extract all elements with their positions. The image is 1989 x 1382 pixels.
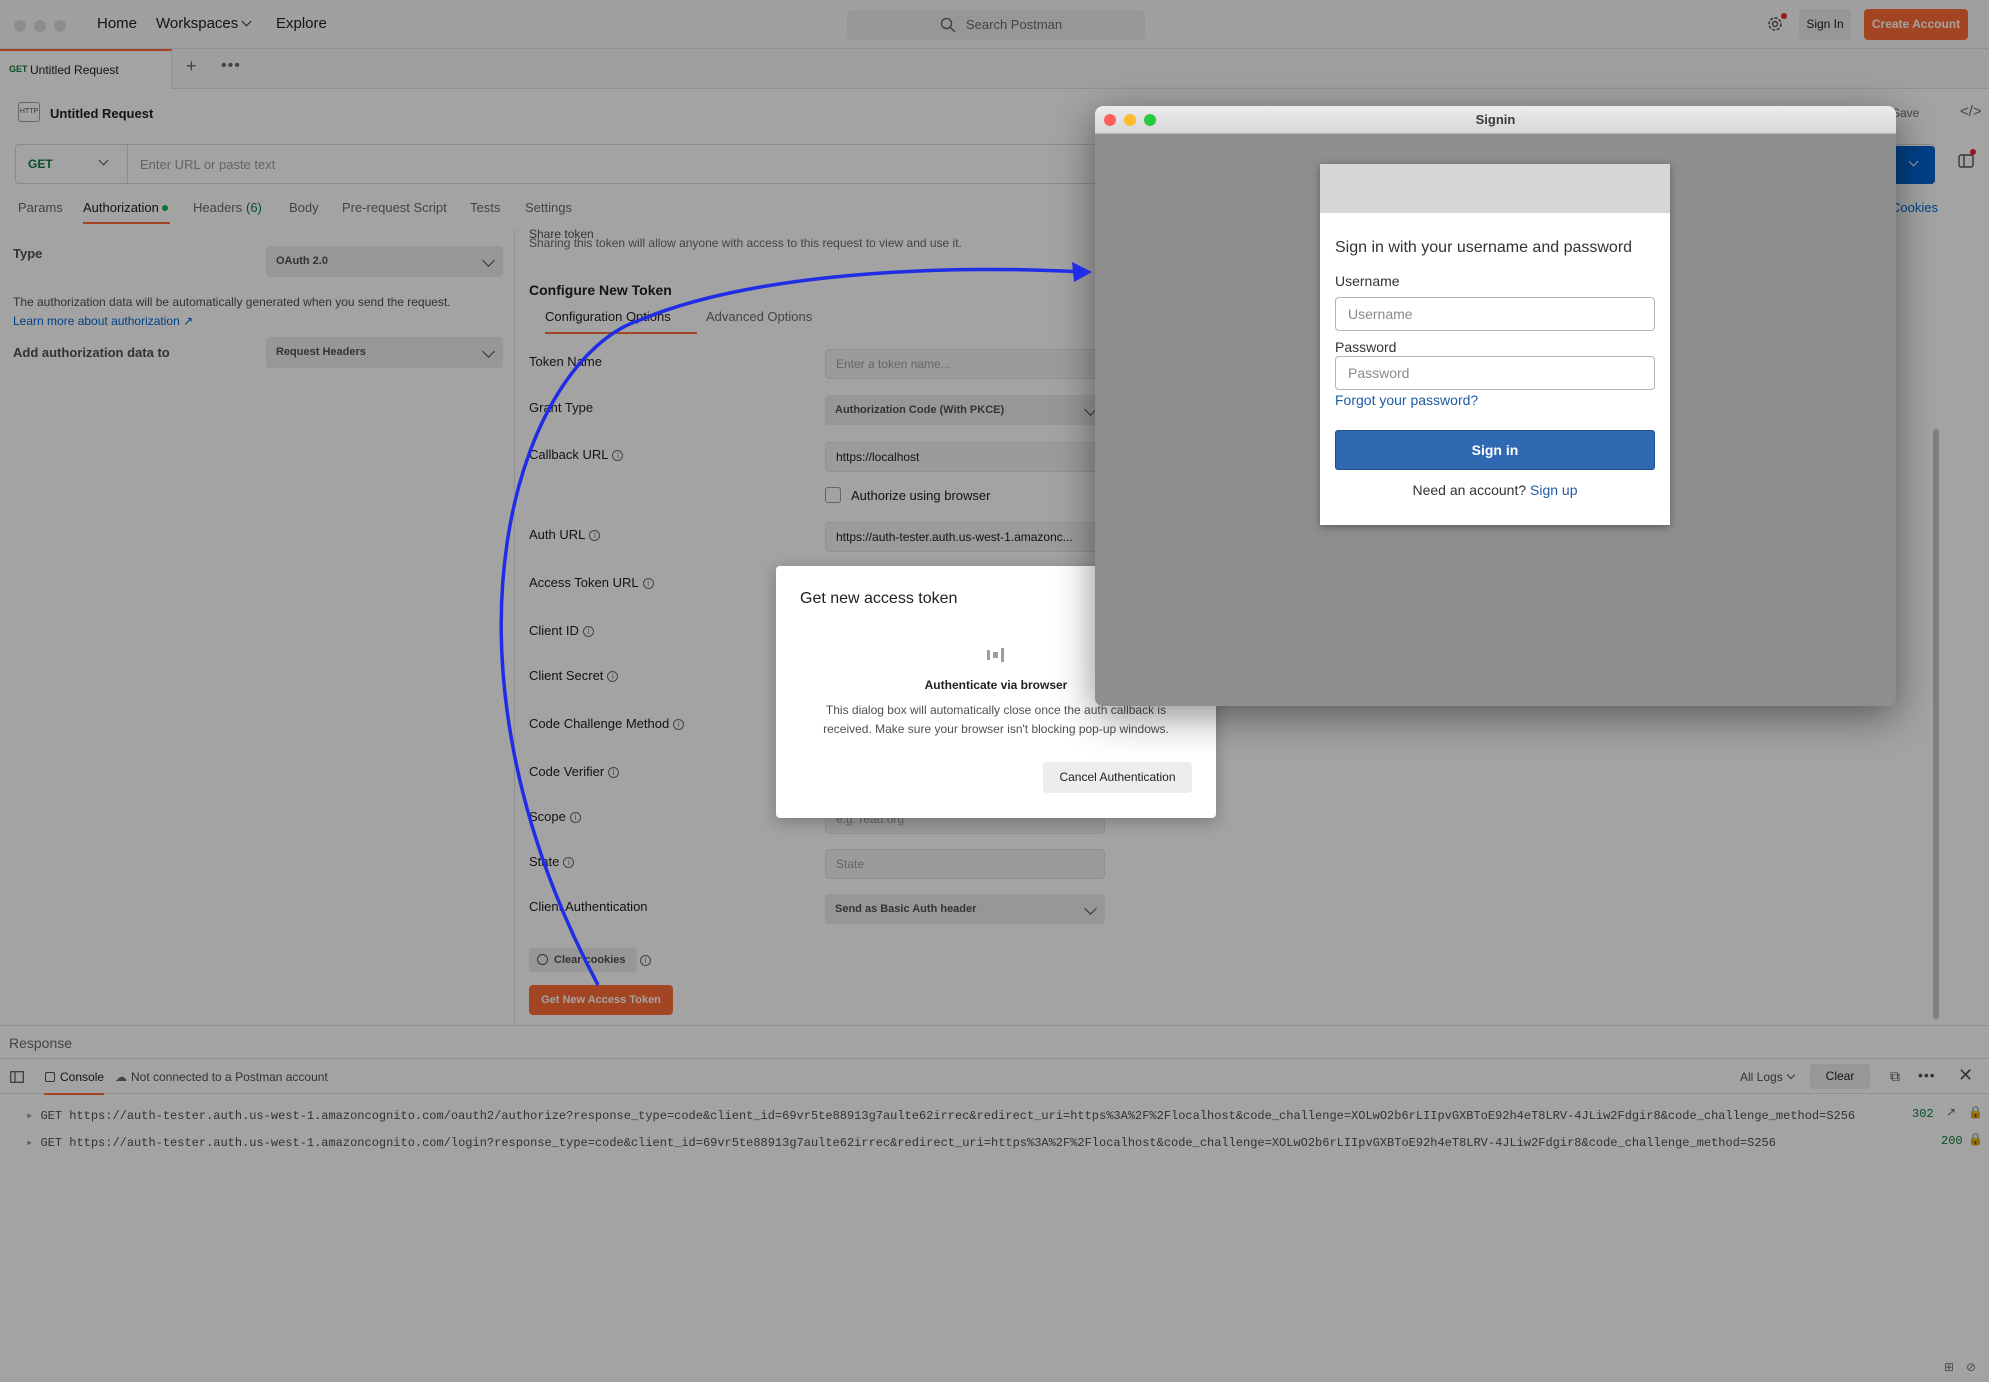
annotation-arrow [499,262,1092,986]
